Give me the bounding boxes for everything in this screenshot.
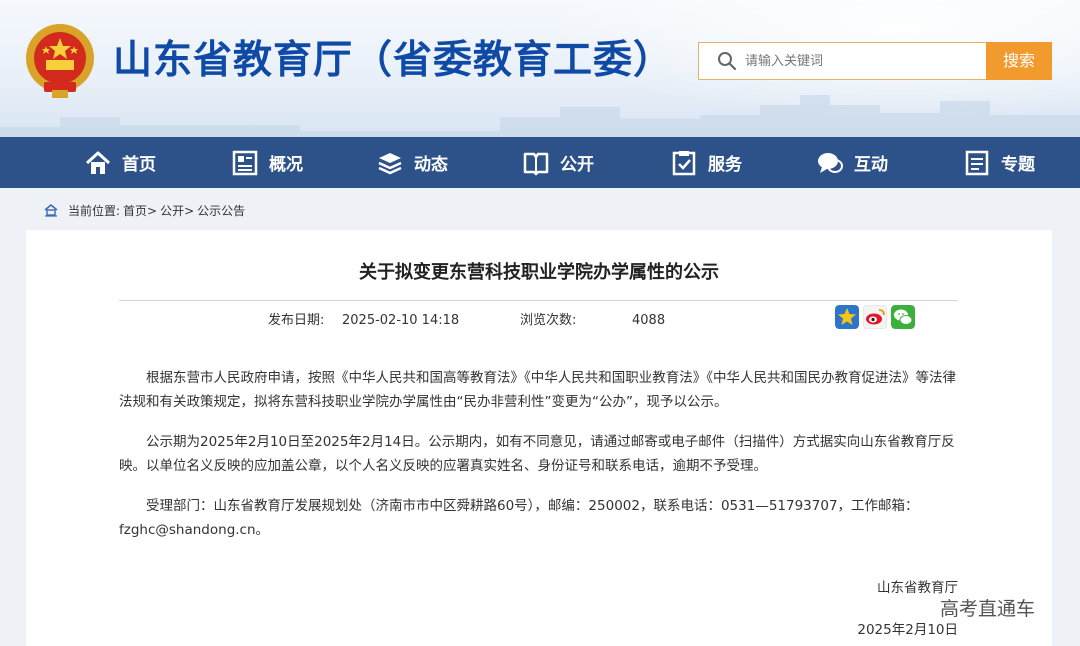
topic-icon xyxy=(965,150,989,175)
breadcrumb-prefix: 当前位置: xyxy=(68,203,121,218)
nav-item-public[interactable]: 公开 xyxy=(522,137,594,188)
overview-icon xyxy=(232,150,258,175)
nav-item-label: 服务 xyxy=(708,155,742,175)
search-box[interactable] xyxy=(698,42,988,80)
nav-item-service[interactable]: 服务 xyxy=(670,137,742,188)
article-paragraph-3: 受理部门：山东省教育厅发展规划处（济南市市中区舜耕路60号），邮编：250002… xyxy=(119,498,919,538)
nav-item-label: 首页 xyxy=(122,155,156,175)
search-input[interactable] xyxy=(745,53,975,69)
article-paragraph-2: 公示期为2025年2月10日至2025年2月14日。公示期内，如有不同意见，请通… xyxy=(119,434,955,474)
breadcrumb-public-link[interactable]: 公开> xyxy=(160,202,194,219)
nav-item-label: 互动 xyxy=(854,155,888,175)
views-label: 浏览次数: xyxy=(520,313,577,328)
nav-item-overview[interactable]: 概况 xyxy=(231,137,303,188)
search-button[interactable]: 搜索 xyxy=(986,42,1052,80)
search-icon xyxy=(718,52,737,71)
nav-item-label: 公开 xyxy=(560,155,594,175)
breadcrumb-home-link[interactable]: 首页> xyxy=(123,202,157,219)
title-divider xyxy=(119,300,958,301)
breadcrumb: 当前位置: 首页> 公开> 公示公告 xyxy=(44,200,248,220)
book-icon xyxy=(523,152,549,175)
home-icon xyxy=(85,151,111,174)
publish-date-label: 发布日期: xyxy=(268,313,325,328)
signature-org: 山东省教育厅 xyxy=(877,580,958,596)
article-title: 关于拟变更东营科技职业学院办学属性的公示 xyxy=(359,262,719,283)
header-buildings-illustration xyxy=(0,95,1080,137)
nav-item-label: 动态 xyxy=(414,155,448,175)
favorite-icon[interactable] xyxy=(835,305,859,329)
breadcrumb-notice-link[interactable]: 公示公告 xyxy=(197,202,245,219)
nav-item-topic[interactable]: 专题 xyxy=(963,137,1035,188)
nav-item-label: 概况 xyxy=(269,155,303,175)
main-nav: 首页 概况 动态 公开 服务 互动 专题 xyxy=(0,137,1080,188)
national-emblem-logo xyxy=(26,24,94,98)
weibo-icon[interactable] xyxy=(863,305,887,329)
watermark-text: 高考直通车 xyxy=(940,598,1036,620)
site-title[interactable]: 山东省教育厅（省委教育工委） xyxy=(113,33,673,89)
nav-item-label: 专题 xyxy=(1001,155,1035,175)
article-paragraph-1: 根据东营市人民政府申请，按照《中华人民共和国高等教育法》《中华人民共和国职业教育… xyxy=(119,370,956,410)
service-icon xyxy=(672,150,696,175)
wechat-icon[interactable] xyxy=(891,305,915,329)
signature-date: 2025年2月10日 xyxy=(857,622,958,638)
publish-date: 2025-02-10 14:18 xyxy=(342,313,460,328)
site-header: 山东省教育厅（省委教育工委） 搜索 xyxy=(0,0,1080,137)
home-icon xyxy=(44,203,58,217)
nav-item-interaction[interactable]: 互动 xyxy=(816,137,888,188)
nav-item-news[interactable]: 动态 xyxy=(376,137,448,188)
nav-item-home[interactable]: 首页 xyxy=(84,137,156,188)
views-count: 4088 xyxy=(632,313,666,328)
chat-icon xyxy=(818,152,843,173)
news-icon xyxy=(378,152,402,174)
